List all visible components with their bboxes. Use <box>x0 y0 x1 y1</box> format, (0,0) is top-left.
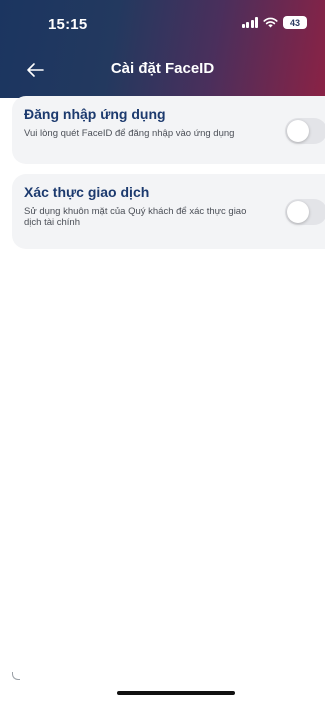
status-bar: 15:15 43 <box>0 0 325 44</box>
setting-title: Đăng nhập ứng dụng <box>24 106 166 122</box>
setting-card-transaction: Xác thực giao dịch Sử dụng khuôn mặt của… <box>12 174 325 249</box>
home-indicator[interactable] <box>117 691 235 695</box>
cellular-signal-icon <box>241 17 258 28</box>
status-time: 15:15 <box>48 16 88 33</box>
battery-icon: 43 <box>283 16 307 29</box>
corner-mark <box>12 672 20 680</box>
toggle-knob <box>287 201 309 223</box>
login-faceid-toggle[interactable] <box>285 118 325 144</box>
transaction-faceid-toggle[interactable] <box>285 199 325 225</box>
page-title: Cài đặt FaceID <box>110 60 215 77</box>
setting-description: Vui lòng quét FaceID để đăng nhập vào ứn… <box>24 128 235 139</box>
setting-card-login: Đăng nhập ứng dụng Vui lòng quét FaceID … <box>12 96 325 164</box>
setting-description: Sử dụng khuôn mặt của Quý khách để xác t… <box>24 206 247 228</box>
toggle-knob <box>287 120 309 142</box>
status-icons: 43 <box>241 16 307 29</box>
header: 15:15 43 Cài đặt FaceID <box>0 0 325 98</box>
setting-title: Xác thực giao dịch <box>24 184 150 200</box>
nav-bar: Cài đặt FaceID <box>0 56 325 86</box>
wifi-icon <box>263 17 278 28</box>
